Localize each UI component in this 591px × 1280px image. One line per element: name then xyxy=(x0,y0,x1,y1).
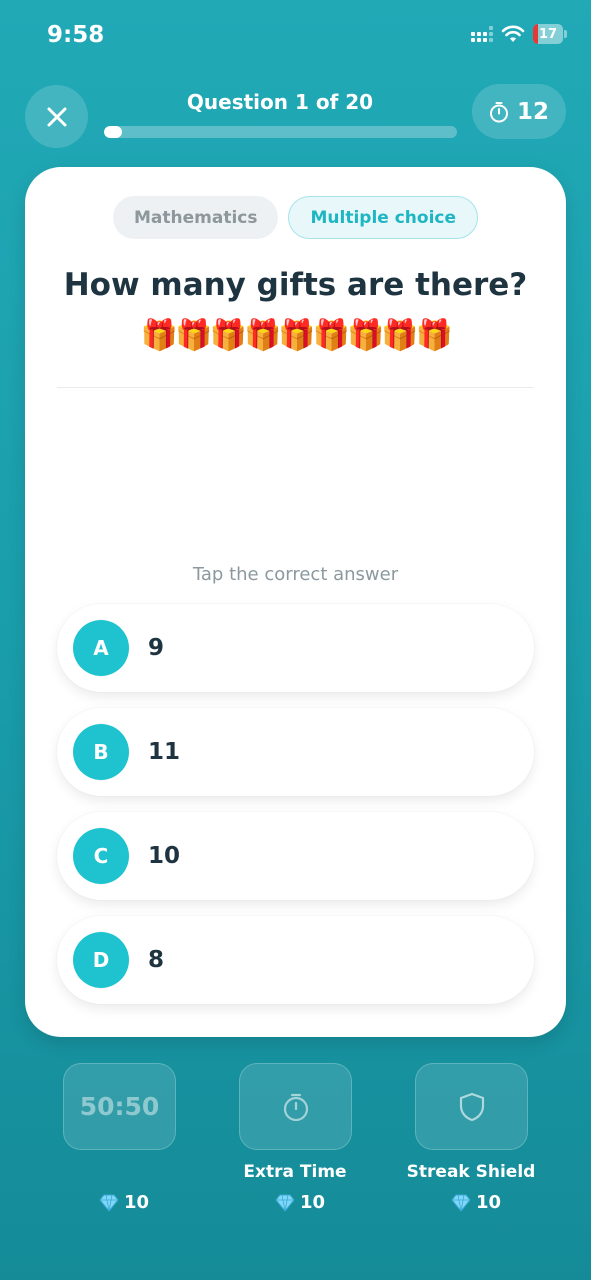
timer-value: 12 xyxy=(516,98,549,125)
option-letter-badge: C xyxy=(73,828,129,884)
question-type-tag: Multiple choice xyxy=(288,196,479,239)
answer-option-b[interactable]: B 11 xyxy=(57,708,534,796)
option-letter-badge: D xyxy=(73,932,129,988)
extra-time-cost: 10 xyxy=(275,1192,325,1213)
status-icons: 17 xyxy=(471,24,567,44)
question-card: Mathematics Multiple choice How many gif… xyxy=(25,167,566,1037)
stopwatch-icon xyxy=(283,1093,308,1121)
timer-badge: 12 xyxy=(472,84,566,139)
divider xyxy=(57,387,534,388)
answer-instruction: Tap the correct answer xyxy=(192,564,399,585)
cost-value: 10 xyxy=(124,1192,150,1213)
answer-option-a[interactable]: A 9 xyxy=(57,604,534,692)
question-text: How many gifts are there? xyxy=(63,267,528,303)
option-value: 11 xyxy=(148,739,181,765)
fifty-fifty-button[interactable]: 50:50 xyxy=(63,1063,176,1150)
option-value: 10 xyxy=(148,843,181,869)
extra-time-button[interactable] xyxy=(239,1063,352,1150)
extra-time-label: Extra Time xyxy=(243,1162,347,1182)
subject-tag: Mathematics xyxy=(112,196,279,239)
status-time: 9:58 xyxy=(47,22,105,48)
question-counter: Question 1 of 20 xyxy=(186,90,374,114)
answer-option-c[interactable]: C 10 xyxy=(57,812,534,900)
question-tags: Mathematics Multiple choice xyxy=(25,196,566,239)
wifi-icon xyxy=(501,25,525,42)
cellular-signal-icon xyxy=(471,26,493,42)
cost-value: 10 xyxy=(476,1192,502,1213)
gem-icon xyxy=(451,1194,471,1212)
close-icon xyxy=(47,107,66,126)
streak-shield-cost: 10 xyxy=(451,1192,501,1213)
streak-shield-button[interactable] xyxy=(415,1063,528,1150)
progress-fill xyxy=(104,126,122,138)
cost-value: 10 xyxy=(300,1192,326,1213)
streak-shield-label: Streak Shield xyxy=(406,1162,536,1182)
stopwatch-icon xyxy=(489,101,508,122)
close-button[interactable] xyxy=(25,85,88,148)
option-value: 9 xyxy=(148,635,165,661)
battery-fill xyxy=(533,24,539,44)
option-letter-badge: A xyxy=(73,620,129,676)
progress-bar xyxy=(104,126,457,138)
gem-icon xyxy=(275,1194,295,1212)
fifty-fifty-label: 50:50 xyxy=(79,1092,160,1121)
fifty-fifty-cost: 10 xyxy=(99,1192,149,1213)
answer-option-d[interactable]: D 8 xyxy=(57,916,534,1004)
gem-icon xyxy=(99,1194,119,1212)
shield-icon xyxy=(459,1092,484,1121)
battery-percent: 17 xyxy=(538,26,558,42)
battery-icon: 17 xyxy=(533,24,567,44)
option-value: 8 xyxy=(148,947,165,973)
option-letter-badge: B xyxy=(73,724,129,780)
gifts-illustration: 🎁🎁🎁🎁🎁🎁🎁🎁🎁 xyxy=(140,318,453,353)
